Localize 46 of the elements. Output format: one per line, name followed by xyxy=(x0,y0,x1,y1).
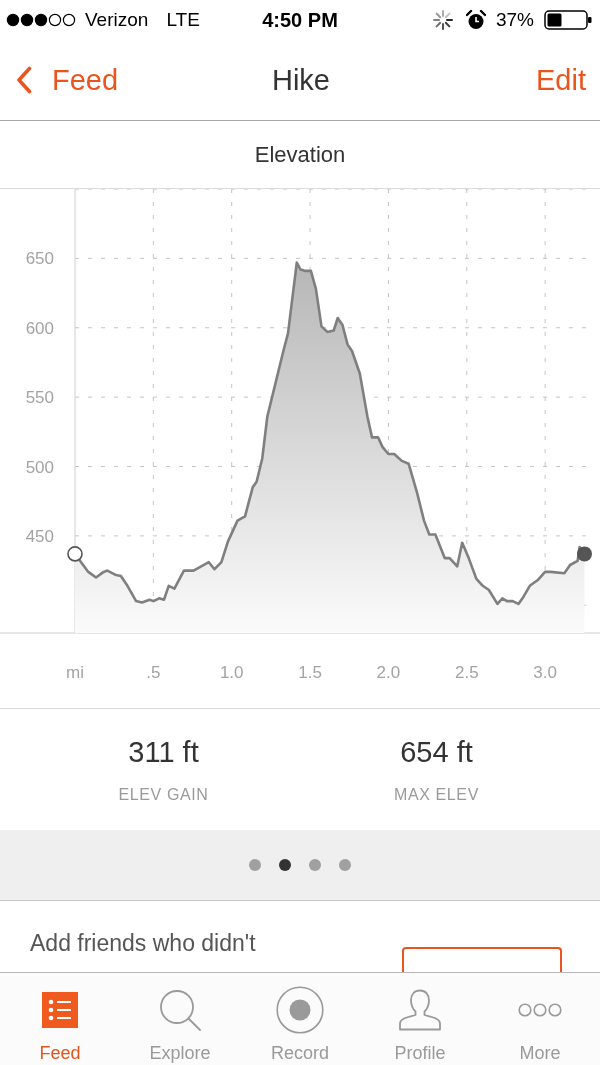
back-button[interactable]: Feed xyxy=(16,62,119,98)
x-axis-label: .5 xyxy=(146,663,161,682)
tab-item[interactable]: Explore xyxy=(120,973,240,1065)
page-dot[interactable] xyxy=(339,859,351,871)
list-icon xyxy=(42,992,78,1028)
stat-label: ELEV GAIN xyxy=(118,785,209,805)
y-axis-label: 600 xyxy=(25,318,54,338)
y-axis-label: 500 xyxy=(25,457,54,477)
y-axis-label: 450 xyxy=(25,526,54,546)
page-dot[interactable] xyxy=(249,859,261,871)
x-axis-label: 1.5 xyxy=(298,663,322,682)
page-dot[interactable] xyxy=(309,859,321,871)
search-icon xyxy=(159,989,201,1031)
more-icon xyxy=(518,1003,562,1017)
stat-value: 654 ft xyxy=(400,735,473,769)
end-marker-icon xyxy=(577,546,592,562)
record-icon xyxy=(276,986,324,1034)
y-axis-label: 650 xyxy=(25,249,54,269)
chevron-left-icon xyxy=(16,66,32,94)
screen-title: Hike xyxy=(272,63,330,98)
start-marker-icon xyxy=(67,546,83,562)
tab-item[interactable]: Feed xyxy=(0,973,120,1065)
edit-button[interactable]: Edit xyxy=(536,62,586,98)
clock-time: 4:50 PM xyxy=(261,8,339,32)
network-type: LTE xyxy=(166,8,200,32)
battery-percent: 37% xyxy=(495,8,534,32)
tab-item[interactable]: More xyxy=(480,973,600,1065)
signal-icon xyxy=(6,13,76,27)
alarm-clock-icon xyxy=(465,10,486,30)
y-axis-label: 550 xyxy=(25,388,54,408)
x-axis-label: mi xyxy=(66,663,84,682)
tab-item[interactable]: Record xyxy=(240,973,360,1065)
x-axis-label: 3.0 xyxy=(533,663,557,682)
stat-label: MAX ELEV xyxy=(394,785,479,805)
activity-spinner-icon xyxy=(432,10,453,30)
stat-value: 311 ft xyxy=(128,735,199,769)
page-dot[interactable] xyxy=(279,859,291,871)
x-axis-label: 2.5 xyxy=(454,663,479,682)
section-title: Elevation xyxy=(0,121,600,189)
x-axis-label: 2.0 xyxy=(376,663,401,682)
tab-item[interactable]: Profile xyxy=(360,973,480,1065)
x-axis-label: 1.0 xyxy=(219,663,244,682)
battery-icon xyxy=(544,10,592,30)
person-icon xyxy=(398,989,442,1031)
carrier-name: Verizon xyxy=(85,8,149,32)
promo-text: Add friends who didn't xyxy=(30,929,256,957)
